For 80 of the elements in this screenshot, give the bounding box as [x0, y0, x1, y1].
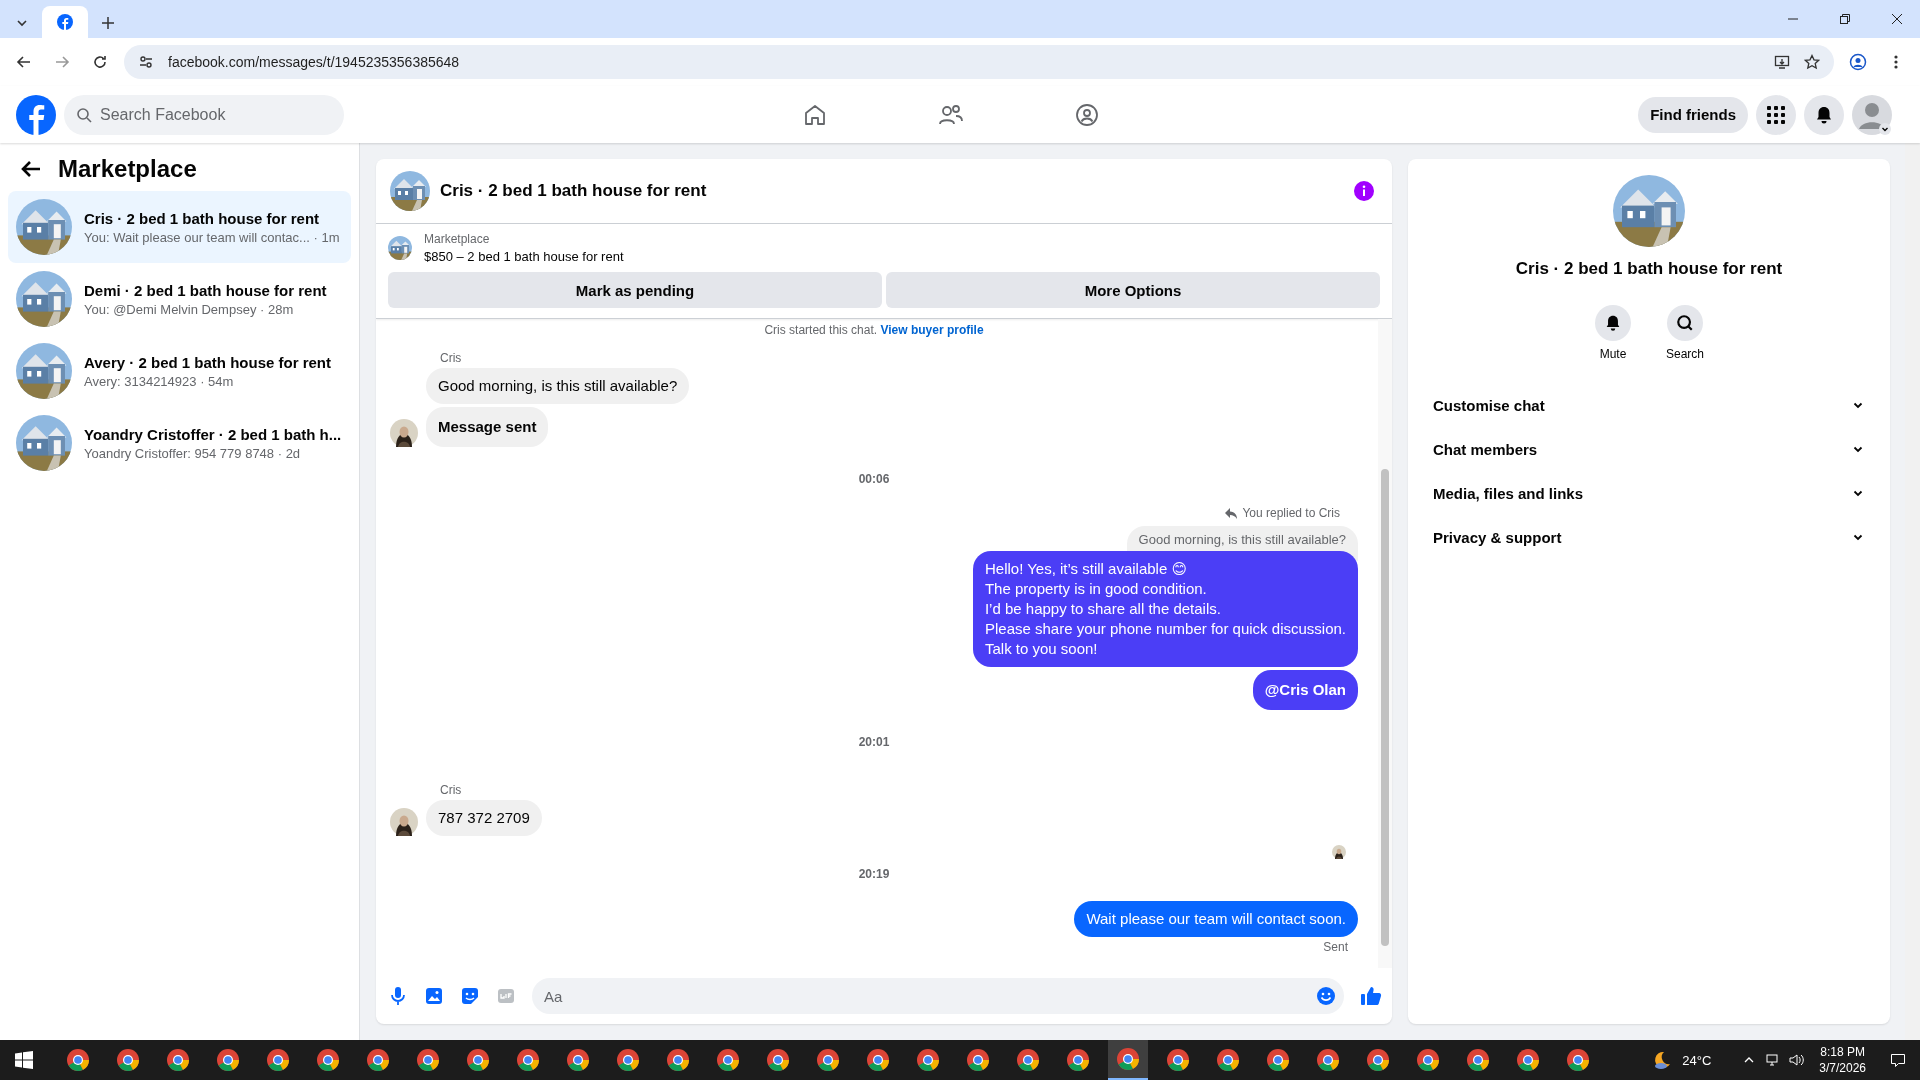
conversation-item[interactable]: Cris · 2 bed 1 bath house for rent You: Wait please our team will contac... · 1m [8, 191, 351, 263]
chat-title: Cris · 2 bed 1 bath house for rent [440, 181, 707, 201]
facebook-logo-icon [57, 14, 73, 30]
page-scrollbar[interactable] [1905, 143, 1920, 1040]
action-label: Search [1666, 347, 1704, 361]
install-icon[interactable] [1774, 54, 1790, 70]
reply-note: You replied to Cris [1242, 506, 1340, 520]
apps-menu-icon[interactable] [1756, 94, 1796, 135]
details-section[interactable]: Chat members [1424, 427, 1874, 471]
details-title: Cris · 2 bed 1 bath house for rent [1515, 259, 1783, 279]
weather-text[interactable]: 24°C [1682, 1052, 1712, 1068]
address-bar[interactable]: facebook.com/messages/t/1945235356385648 [124, 45, 1834, 79]
facebook-logo-icon[interactable] [16, 94, 56, 135]
incoming-message: Good morning, is this still available? [426, 368, 690, 404]
site-settings-icon [138, 54, 154, 70]
conversation-item[interactable]: Yoandry Cristoffer · 2 bed 1 bath h... Yoandry Cristoffer: 954 779 8748 · 2d [8, 407, 351, 479]
conversation-preview: Yoandry Cristoffer: 954 779 8748 · 2d [84, 445, 302, 461]
network-icon[interactable] [1765, 1053, 1780, 1067]
browser-icon[interactable] [1108, 1040, 1148, 1080]
timestamp: 20:19 [857, 867, 891, 881]
listing-summary: $850 – 2 bed 1 bath house for rent [424, 249, 624, 264]
search-field[interactable]: Search Facebook [64, 94, 344, 135]
details-section[interactable]: Privacy & support [1424, 515, 1874, 559]
browser-tab[interactable] [42, 6, 88, 38]
outgoing-message: @Cris Olan [1252, 670, 1358, 710]
account-avatar-icon[interactable] [1852, 94, 1892, 135]
sender-name: Cris [440, 783, 463, 797]
listing-action-button[interactable]: Mark as pending [388, 272, 882, 308]
info-icon[interactable] [1354, 181, 1374, 201]
bell-icon [1604, 314, 1622, 332]
section-title: Media, files and links [1433, 484, 1584, 502]
incoming-message: Message sent [426, 407, 549, 447]
sticker-icon[interactable] [460, 986, 480, 1006]
scrollbar[interactable] [1378, 319, 1392, 968]
action-label: Mute [1599, 347, 1627, 361]
clock-time[interactable]: 8:18 PM [1820, 1045, 1865, 1059]
notifications-icon[interactable] [1804, 94, 1844, 135]
chat-start-note: Cris started this chat. [764, 323, 878, 337]
conversation-title: Avery · 2 bed 1 bath house for rent [84, 353, 331, 371]
conversation-item[interactable]: Demi · 2 bed 1 bath house for rent You: @Demi Melvin Dempsey · 28m [8, 263, 351, 335]
conversation-item[interactable]: Avery · 2 bed 1 bath house for rent Avery: 3134214923 · 54m [8, 335, 351, 407]
back-arrow-icon[interactable] [20, 159, 42, 179]
sender-name: Cris [440, 351, 463, 365]
reply-icon [1225, 507, 1238, 519]
delivery-status: Sent [1323, 940, 1349, 954]
clock-date[interactable]: 3/7/2026 [1819, 1061, 1866, 1075]
conversation-preview: You: Wait please our team will contac... · 1m [84, 229, 340, 245]
emoji-icon[interactable] [1316, 986, 1336, 1006]
thumbs-up-icon[interactable] [1360, 986, 1382, 1006]
timestamp: 00:06 [857, 472, 891, 486]
search-icon [76, 106, 92, 123]
conversation-preview: Avery: 3134214923 · 54m [84, 373, 235, 389]
conversation-title: Demi · 2 bed 1 bath house for rent [84, 281, 327, 299]
mute-button[interactable] [1595, 305, 1631, 341]
speaker-icon[interactable] [1789, 1053, 1806, 1067]
conversation-title: Cris · 2 bed 1 bath house for rent [84, 209, 321, 227]
image-icon[interactable] [424, 986, 444, 1006]
outgoing-message: Hello! Yes, it’s still available 😊 The property is in good condition. I’d be happy to share all the details. Please share your phone number for quick discussion. Talk to you soon! [972, 551, 1358, 667]
search-button[interactable] [1667, 305, 1703, 341]
section-title: Privacy & support [1433, 528, 1562, 546]
message-field[interactable]: Aa [532, 978, 1344, 1014]
bookmark-star-icon[interactable] [1804, 54, 1820, 70]
details-section[interactable]: Media, files and links [1424, 471, 1874, 515]
conversation-preview: You: @Demi Melvin Dempsey · 28m [84, 301, 295, 317]
find-friends-button[interactable]: Find friends [1638, 96, 1748, 133]
details-section[interactable]: Customise chat [1424, 383, 1874, 427]
url-text: facebook.com/messages/t/1945235356385648 [168, 54, 460, 70]
timestamp: 20:01 [857, 735, 891, 749]
section-title: Customise chat [1433, 396, 1545, 414]
incoming-message: 787 372 2709 [426, 800, 542, 836]
outgoing-message: Wait please our team will contact soon. [1074, 901, 1358, 937]
listing-action-button[interactable]: More Options [886, 272, 1380, 308]
buyer-profile-link[interactable]: View buyer profile [880, 323, 984, 337]
conversation-title: Yoandry Cristoffer · 2 bed 1 bath h... [84, 425, 342, 443]
search-icon [1676, 314, 1694, 332]
section-title: Chat members [1433, 440, 1538, 458]
notification-center-icon[interactable] [1890, 1052, 1906, 1068]
microphone-icon[interactable] [388, 986, 408, 1006]
sidebar-title: Marketplace [58, 155, 197, 183]
listing-source: Marketplace [424, 232, 491, 246]
